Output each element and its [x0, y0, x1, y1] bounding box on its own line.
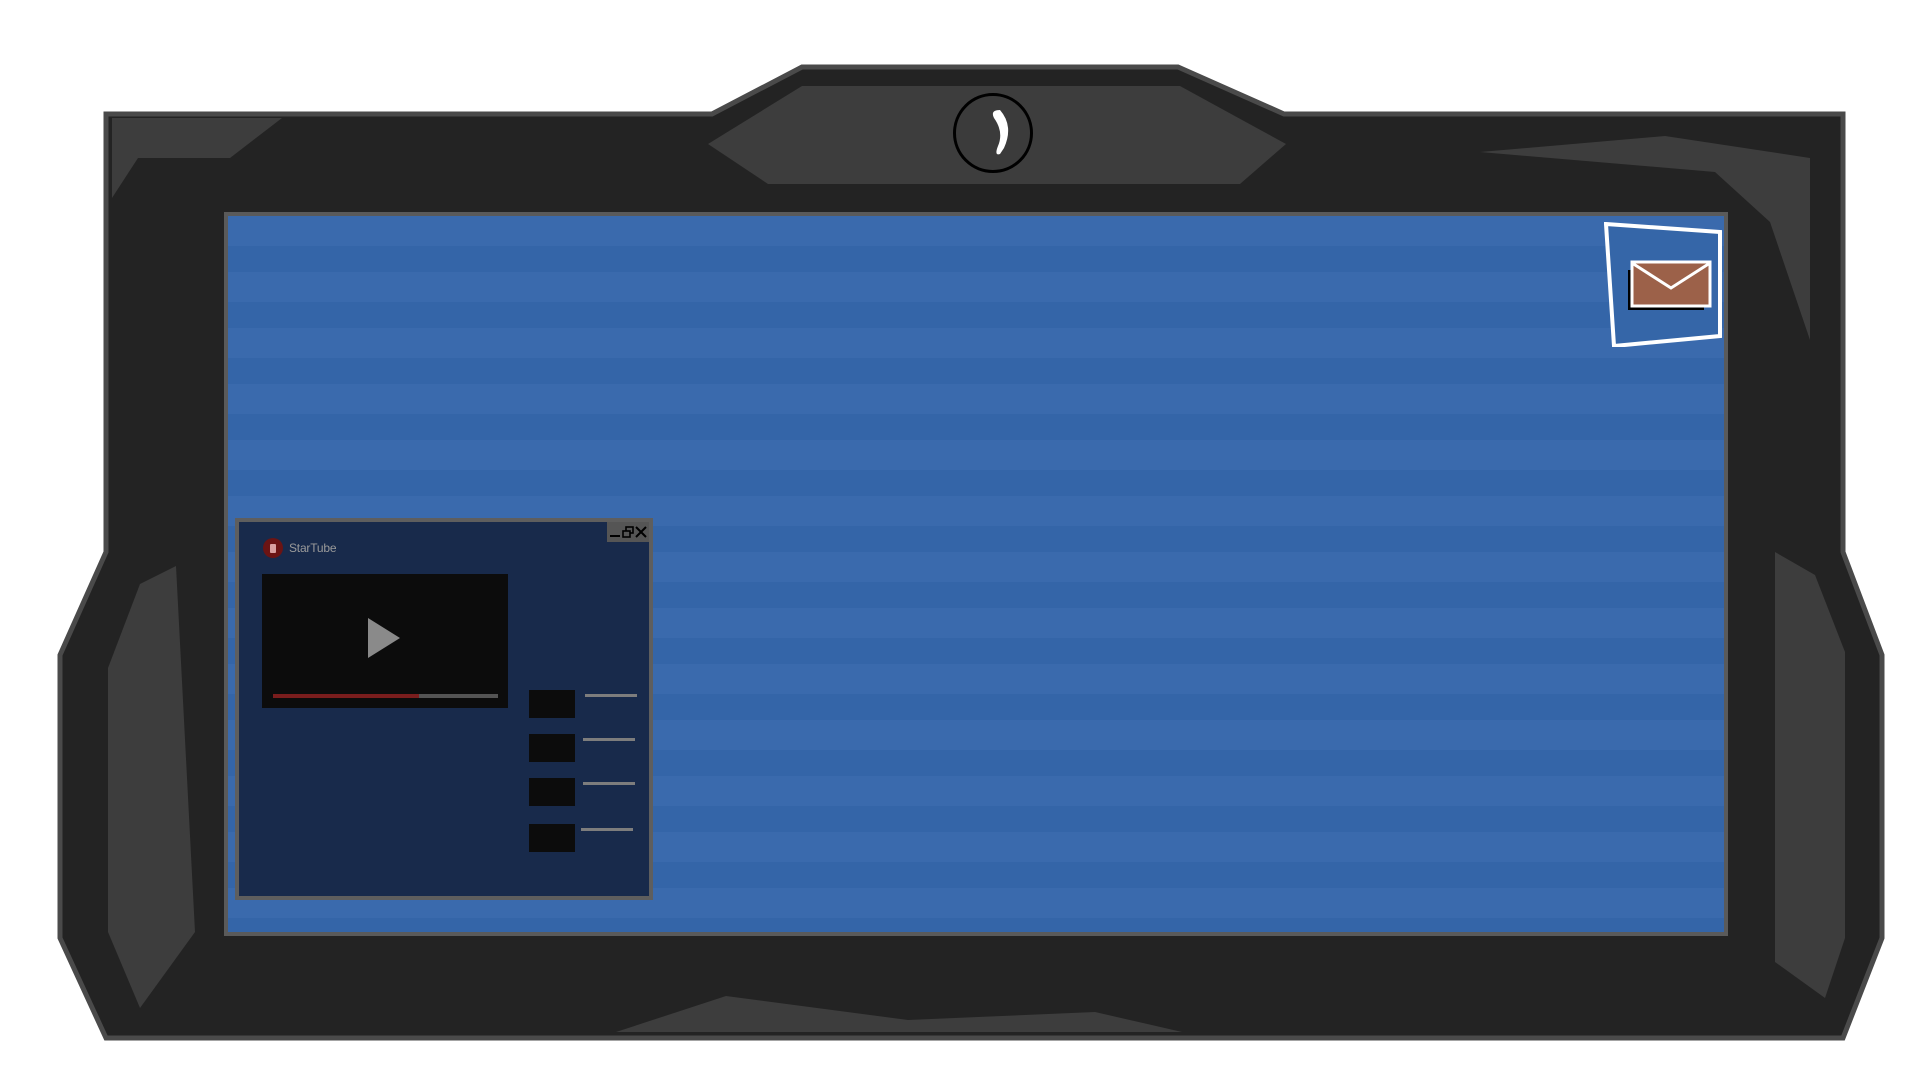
power-icon	[992, 110, 1009, 155]
video-player[interactable]	[262, 574, 508, 708]
close-button[interactable]	[634, 525, 647, 539]
restore-button[interactable]	[622, 525, 634, 539]
app-title: StarTube	[289, 541, 337, 555]
startube-window: StarTube	[235, 518, 653, 900]
device-stage: StarTube	[0, 0, 1920, 1080]
video-thumbnail	[529, 690, 575, 718]
restore-icon	[622, 526, 634, 538]
app-header: StarTube	[263, 538, 337, 558]
related-video-item[interactable]	[529, 778, 641, 808]
minimize-button[interactable]	[609, 525, 621, 539]
related-video-item[interactable]	[529, 734, 641, 764]
minimize-icon	[610, 535, 621, 537]
video-thumbnail	[529, 824, 575, 852]
window-controls	[607, 522, 649, 542]
power-button[interactable]	[953, 93, 1033, 173]
envelope-icon	[1603, 221, 1722, 349]
startube-logo-icon	[263, 538, 283, 558]
video-title-placeholder	[583, 738, 635, 741]
video-title-placeholder	[581, 828, 633, 831]
video-progress-fill	[273, 694, 420, 698]
video-thumbnail	[529, 734, 575, 762]
video-title-placeholder	[585, 694, 637, 697]
video-title-placeholder	[583, 782, 635, 785]
video-thumbnail	[529, 778, 575, 806]
related-video-item[interactable]	[529, 690, 641, 720]
mail-button[interactable]	[1603, 221, 1724, 349]
close-icon	[634, 526, 647, 538]
video-progress-bar[interactable]	[273, 694, 498, 698]
play-icon[interactable]	[366, 616, 402, 660]
related-video-item[interactable]	[529, 824, 641, 854]
